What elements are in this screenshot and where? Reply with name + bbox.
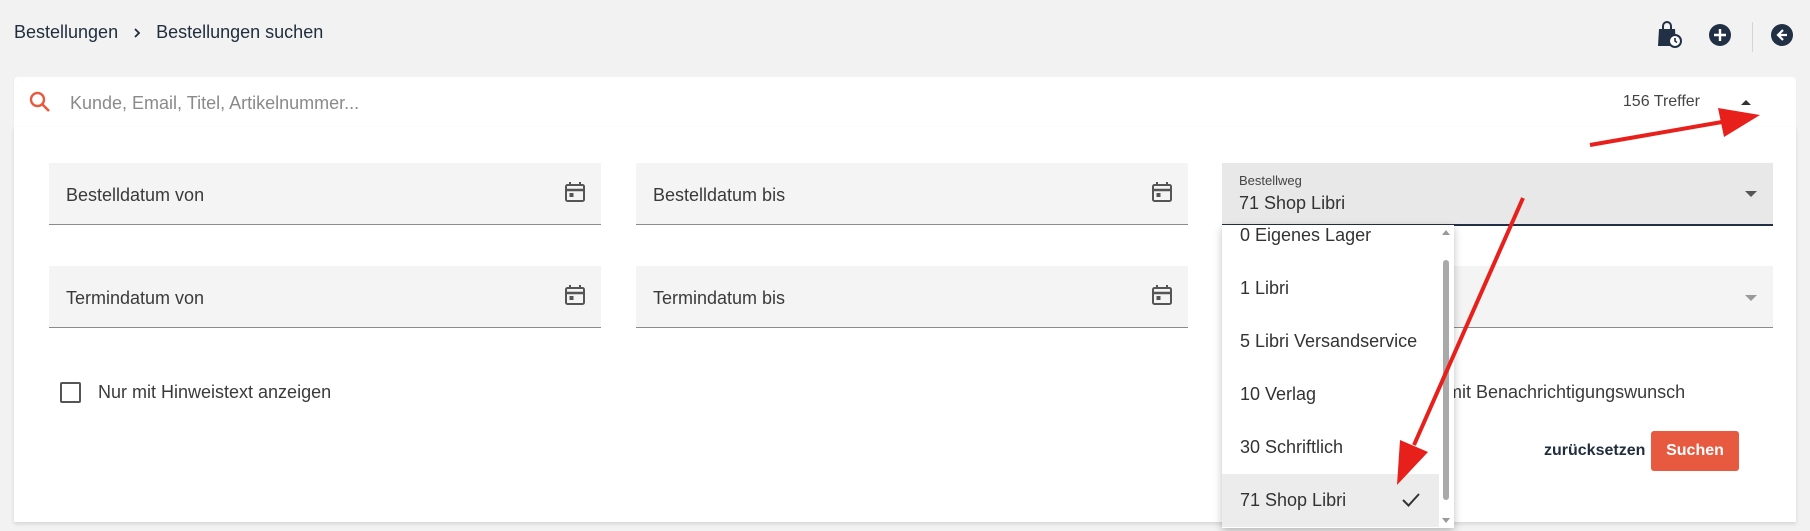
order-channel-label: Bestellweg <box>1239 173 1302 188</box>
add-circle-icon[interactable] <box>1704 19 1736 51</box>
chevron-right-icon <box>134 27 141 38</box>
calendar-icon[interactable] <box>1150 283 1174 307</box>
calendar-icon[interactable] <box>563 283 587 307</box>
calendar-icon[interactable] <box>563 180 587 204</box>
toolbar-divider <box>1752 22 1753 52</box>
reset-button[interactable]: zurücksetzen <box>1544 442 1645 460</box>
bag-clock-icon[interactable] <box>1653 19 1685 51</box>
dropdown-arrow-icon[interactable] <box>1745 295 1757 301</box>
due-date-from-field[interactable]: Termindatum von <box>49 266 601 328</box>
scroll-up-icon[interactable] <box>1442 230 1450 235</box>
order-channel-select[interactable]: Bestellweg 71 Shop Libri <box>1222 163 1773 226</box>
dropdown-option[interactable]: 10 Verlag <box>1222 368 1439 421</box>
breadcrumb-current: Bestellungen suchen <box>156 22 324 42</box>
hint-checkbox[interactable]: Nur mit Hinweistext anzeigen <box>60 382 331 403</box>
due-date-from-label: Termindatum von <box>66 288 205 308</box>
dropdown-option[interactable]: 30 Schriftlich <box>1222 421 1439 474</box>
search-bar: 156 Treffer <box>14 77 1796 127</box>
calendar-icon[interactable] <box>1150 180 1174 204</box>
scroll-down-icon[interactable] <box>1442 518 1450 523</box>
breadcrumb-root[interactable]: Bestellungen <box>14 22 118 43</box>
search-input[interactable] <box>68 87 1372 119</box>
due-date-to-label: Termindatum bis <box>653 288 786 308</box>
dropdown-option[interactable]: 0 Eigenes Lager <box>1222 225 1439 262</box>
order-channel-dropdown: 0 Eigenes Lager 1 Libri 5 Libri Versands… <box>1222 225 1454 528</box>
due-date-to-field[interactable]: Termindatum bis <box>636 266 1188 328</box>
order-channel-value: 71 Shop Libri <box>1239 193 1346 213</box>
search-icon <box>29 91 50 112</box>
hint-checkbox-label: Nur mit Hinweistext anzeigen <box>98 382 332 402</box>
order-date-from-label: Bestelldatum von <box>66 185 205 205</box>
dropdown-scrollbar[interactable] <box>1439 225 1454 528</box>
checkbox-box[interactable] <box>60 382 81 403</box>
scroll-thumb[interactable] <box>1443 260 1449 500</box>
order-date-from-field[interactable]: Bestelldatum von <box>49 163 601 225</box>
check-icon <box>1402 493 1420 507</box>
search-button[interactable]: Suchen <box>1651 431 1739 471</box>
dropdown-option[interactable]: 1 Libri <box>1222 262 1439 315</box>
notify-checkbox-label[interactable]: mit Benachrichtigungswunsch <box>1447 382 1685 403</box>
chevron-up-icon[interactable] <box>1736 94 1756 110</box>
hit-count: 156 Treffer <box>1622 93 1700 110</box>
dropdown-arrow-icon[interactable] <box>1745 191 1757 197</box>
back-circle-icon[interactable] <box>1766 19 1798 51</box>
breadcrumb: Bestellungen Bestellungen suchen <box>14 22 323 43</box>
order-date-to-field[interactable]: Bestelldatum bis <box>636 163 1188 225</box>
dropdown-option[interactable]: 5 Libri Versandservice <box>1222 315 1439 368</box>
dropdown-option-selected[interactable]: 71 Shop Libri <box>1222 474 1439 527</box>
order-date-to-label: Bestelldatum bis <box>653 185 786 205</box>
